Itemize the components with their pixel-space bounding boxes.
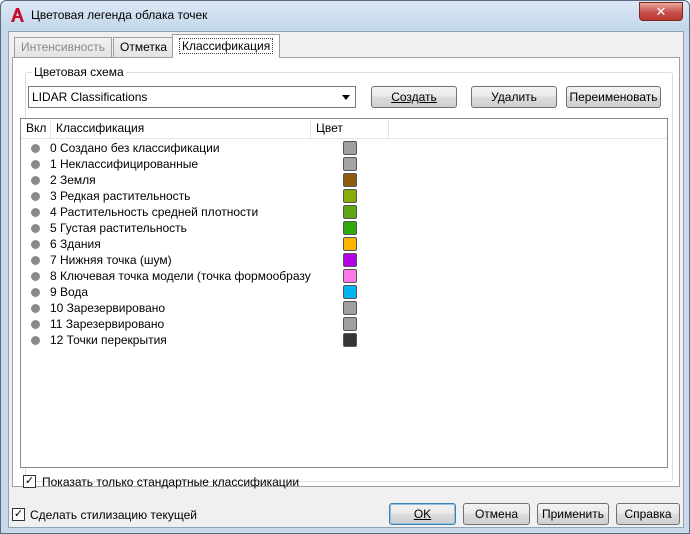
color-swatch[interactable]	[343, 317, 357, 331]
classification-label: 2 Земля	[50, 173, 96, 187]
tab-label: Интенсивность	[21, 40, 106, 54]
classification-label: 10 Зарезервировано	[50, 301, 166, 315]
make-current-label: Сделать стилизацию текущей	[30, 508, 197, 522]
list-item[interactable]: 5 Густая растительность	[21, 220, 667, 236]
visibility-dot-icon[interactable]	[31, 304, 40, 313]
button-label: Удалить	[491, 90, 537, 104]
classification-label: 1 Неклассифицированные	[50, 157, 199, 171]
scheme-select-value: LIDAR Classifications	[32, 90, 148, 104]
classification-label: 0 Создано без классификации	[50, 141, 220, 155]
button-label: Создать	[391, 90, 437, 104]
list-item[interactable]: 2 Земля	[21, 172, 667, 188]
classification-label: 7 Нижняя точка (шум)	[50, 253, 172, 267]
column-header-classification[interactable]: Классификация	[51, 119, 311, 139]
list-item[interactable]: 7 Нижняя точка (шум)	[21, 252, 667, 268]
color-swatch[interactable]	[343, 157, 357, 171]
list-item[interactable]: 10 Зарезервировано	[21, 300, 667, 316]
button-label: Справка	[624, 507, 672, 521]
list-item[interactable]: 1 Неклассифицированные	[21, 156, 667, 172]
color-swatch[interactable]	[343, 253, 357, 267]
column-header-on[interactable]: Вкл	[21, 119, 51, 139]
color-swatch[interactable]	[343, 285, 357, 299]
visibility-dot-icon[interactable]	[31, 160, 40, 169]
list-header: Вкл Классификация Цвет	[21, 119, 667, 139]
visibility-dot-icon[interactable]	[31, 176, 40, 185]
delete-button[interactable]: Удалить	[471, 86, 557, 108]
make-current-checkbox[interactable]: ✓	[12, 508, 25, 521]
dialog-window: Цветовая легенда облака точек ✕ Интенсив…	[0, 0, 690, 534]
tab-label: Классификация	[179, 38, 274, 54]
show-standard-checkbox[interactable]: ✓	[23, 475, 36, 488]
tab-label: Отметка	[120, 40, 168, 54]
group-label: Цветовая схема	[32, 65, 126, 79]
cancel-button[interactable]: Отмена	[463, 503, 530, 525]
classification-label: 3 Редкая растительность	[50, 189, 191, 203]
list-item[interactable]: 9 Вода	[21, 284, 667, 300]
button-label: Отмена	[474, 507, 519, 521]
visibility-dot-icon[interactable]	[31, 192, 40, 201]
list-item[interactable]: 6 Здания	[21, 236, 667, 252]
apply-button[interactable]: Применить	[537, 503, 609, 525]
classification-list[interactable]: Вкл Классификация Цвет 0 Создано без кла…	[20, 118, 668, 468]
color-swatch[interactable]	[343, 141, 357, 155]
ok-button[interactable]: OK	[389, 503, 456, 525]
list-rows: 0 Создано без классификации 1 Неклассифиц…	[21, 140, 667, 348]
scheme-select[interactable]: LIDAR Classifications	[28, 86, 356, 108]
tab-panel: Цветовая схема LIDAR Classifications Соз…	[12, 57, 680, 487]
color-swatch[interactable]	[343, 333, 357, 347]
window-title: Цветовая легенда облака точек	[31, 8, 208, 22]
list-item[interactable]: 4 Растительность средней плотности	[21, 204, 667, 220]
visibility-dot-icon[interactable]	[31, 208, 40, 217]
tab-classification[interactable]: Классификация	[172, 34, 281, 58]
classification-label: 9 Вода	[50, 285, 89, 299]
visibility-dot-icon[interactable]	[31, 240, 40, 249]
classification-label: 6 Здания	[50, 237, 101, 251]
classification-label: 5 Густая растительность	[50, 221, 187, 235]
create-button[interactable]: Создать	[371, 86, 457, 108]
chevron-down-icon	[342, 95, 350, 100]
visibility-dot-icon[interactable]	[31, 224, 40, 233]
classification-label: 8 Ключевая точка модели (точка формообра…	[50, 269, 311, 283]
tab-elevation[interactable]: Отметка	[113, 37, 175, 57]
help-button[interactable]: Справка	[616, 503, 680, 525]
visibility-dot-icon[interactable]	[31, 272, 40, 281]
color-swatch[interactable]	[343, 173, 357, 187]
show-standard-label: Показать только стандартные классификаци…	[42, 475, 300, 489]
rename-button[interactable]: Переименовать	[566, 86, 661, 108]
color-scheme-group: Цветовая схема LIDAR Classifications Соз…	[20, 65, 673, 482]
classification-label: 4 Растительность средней плотности	[50, 205, 259, 219]
list-item[interactable]: 8 Ключевая точка модели (точка формообра…	[21, 268, 667, 284]
list-item[interactable]: 12 Точки перекрытия	[21, 332, 667, 348]
dialog-client: Интенсивность Отметка Классификация Цвет…	[8, 31, 684, 528]
list-item[interactable]: 0 Создано без классификации	[21, 140, 667, 156]
visibility-dot-icon[interactable]	[31, 288, 40, 297]
color-swatch[interactable]	[343, 269, 357, 283]
color-swatch[interactable]	[343, 237, 357, 251]
classification-label: 12 Точки перекрытия	[50, 333, 167, 347]
tab-intensity[interactable]: Интенсивность	[14, 37, 113, 57]
autocad-logo-icon	[11, 8, 24, 22]
color-swatch[interactable]	[343, 301, 357, 315]
button-label: OK	[413, 507, 432, 521]
color-swatch[interactable]	[343, 221, 357, 235]
visibility-dot-icon[interactable]	[31, 144, 40, 153]
button-label: Переименовать	[569, 90, 658, 104]
close-button[interactable]: ✕	[639, 2, 683, 21]
visibility-dot-icon[interactable]	[31, 256, 40, 265]
visibility-dot-icon[interactable]	[31, 320, 40, 329]
color-swatch[interactable]	[343, 205, 357, 219]
title-bar[interactable]: Цветовая легенда облака точек ✕	[1, 1, 689, 31]
button-label: Применить	[541, 507, 604, 521]
visibility-dot-icon[interactable]	[31, 336, 40, 345]
column-header-color[interactable]: Цвет	[311, 119, 389, 139]
classification-label: 11 Зарезервировано	[50, 317, 165, 331]
list-item[interactable]: 11 Зарезервировано	[21, 316, 667, 332]
list-item[interactable]: 3 Редкая растительность	[21, 188, 667, 204]
color-swatch[interactable]	[343, 189, 357, 203]
